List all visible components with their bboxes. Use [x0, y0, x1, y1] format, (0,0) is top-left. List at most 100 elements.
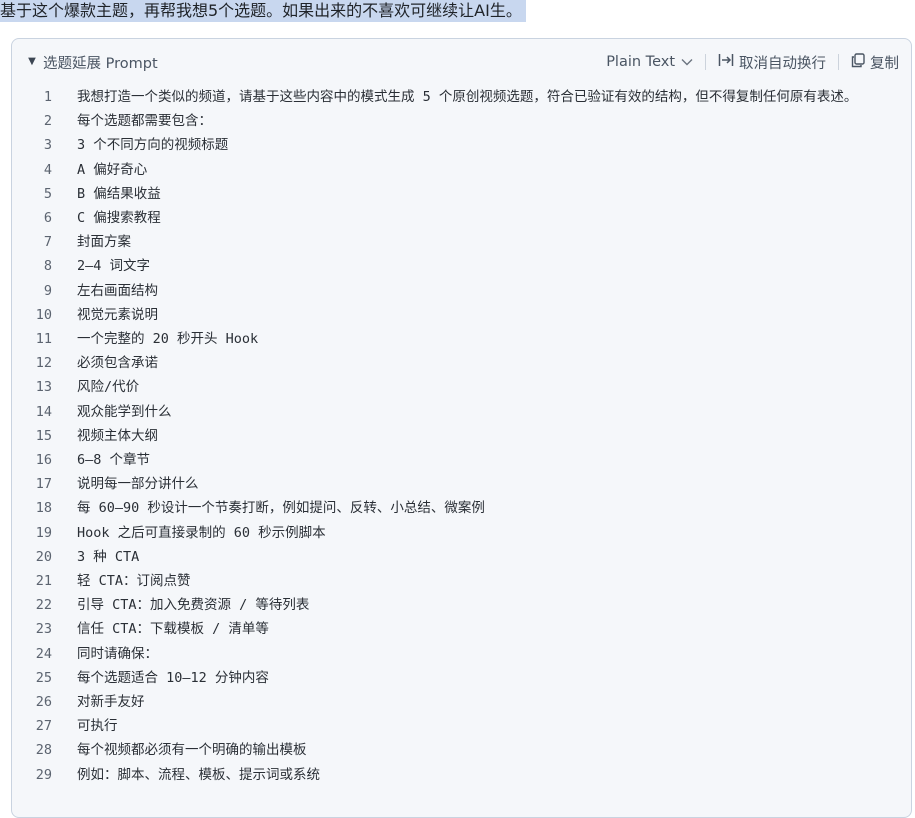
code-line: 2 每个选题都需要包含： — [12, 109, 911, 133]
line-number: 6 — [43, 210, 52, 227]
line-number: 13 — [35, 379, 52, 396]
selected-prompt-text: 基于这个爆款主题，再帮我想5个选题。如果出来的不喜欢可继续让AI生。 — [0, 0, 526, 22]
line-text: 例如：脚本、流程、模板、提示词或系统 — [77, 766, 320, 783]
line-number: 14 — [35, 403, 52, 420]
line-text: 每个选题都需要包含： — [77, 113, 212, 130]
code-block-actions: Plain Text 取消自动换行 复制 — [606, 50, 899, 74]
line-text: 必须包含承诺 — [77, 355, 158, 372]
line-number: 22 — [35, 597, 52, 614]
code-line: 9 左右画面结构 — [12, 279, 911, 303]
language-label: Plain Text — [606, 54, 675, 70]
line-text: Hook 之后可直接录制的 60 秒示例脚本 — [77, 524, 326, 541]
line-number: 24 — [35, 645, 52, 662]
line-text: 信任 CTA：下载模板 / 清单等 — [77, 621, 269, 638]
code-line: 26 对新手友好 — [12, 690, 911, 714]
line-number: 1 — [43, 89, 52, 105]
line-number: 16 — [35, 452, 52, 469]
code-line: 6 C 偏搜索教程 — [12, 206, 911, 230]
line-number: 25 — [35, 669, 52, 686]
code-line: 25 每个选题适合 10–12 分钟内容 — [12, 666, 911, 690]
line-number: 19 — [35, 524, 52, 541]
line-text: 可执行 — [77, 718, 118, 735]
line-number: 4 — [43, 161, 52, 178]
code-line: 8 2–4 词文字 — [12, 254, 911, 278]
code-line: 19 Hook 之后可直接录制的 60 秒示例脚本 — [12, 521, 911, 545]
line-number: 17 — [35, 476, 52, 493]
code-line: 22 引导 CTA：加入免费资源 / 等待列表 — [12, 593, 911, 617]
line-number: 2 — [43, 113, 52, 130]
copy-button[interactable]: 复制 — [851, 52, 899, 73]
line-number: 20 — [35, 548, 52, 565]
copy-label: 复制 — [870, 55, 899, 72]
line-number: 23 — [35, 621, 52, 638]
line-text: 封面方案 — [77, 234, 131, 251]
line-text: 对新手友好 — [77, 694, 145, 711]
code-block-title: 选题延展 Prompt — [43, 56, 158, 72]
code-line: 13 风险/代价 — [12, 375, 911, 399]
code-line: 21 轻 CTA：订阅点赞 — [12, 569, 911, 593]
code-block-header: ▼ 选题延展 Prompt Plain Text 取消自动换行 复制 — [12, 39, 911, 85]
wrap-toggle-label: 取消自动换行 — [739, 55, 826, 72]
wrap-toggle-icon — [718, 53, 734, 71]
line-number: 8 — [43, 258, 52, 275]
code-line: 15 视频主体大纲 — [12, 424, 911, 448]
code-line: 16 6–8 个章节 — [12, 448, 911, 472]
line-number: 7 — [43, 234, 52, 251]
line-number: 29 — [35, 766, 52, 783]
code-block: ▼ 选题延展 Prompt Plain Text 取消自动换行 复制 1 我想打… — [11, 38, 912, 818]
language-dropdown[interactable]: Plain Text — [606, 54, 693, 70]
line-number: 28 — [35, 742, 52, 759]
line-number: 15 — [35, 427, 52, 444]
code-line: 18 每 60–90 秒设计一个节奏打断，例如提问、反转、小总结、微案例 — [12, 496, 911, 520]
code-line: 7 封面方案 — [12, 230, 911, 254]
divider — [705, 54, 706, 70]
code-line: 20 3 种 CTA — [12, 545, 911, 569]
line-text: 轻 CTA：订阅点赞 — [77, 573, 191, 590]
line-text: 我想打造一个类似的频道，请基于这些内容中的模式生成 5 个原创视频选题，符合已验… — [77, 89, 858, 105]
line-text: 一个完整的 20 秒开头 Hook — [77, 331, 259, 348]
code-line: 29 例如：脚本、流程、模板、提示词或系统 — [12, 763, 911, 787]
line-text: 同时请确保： — [77, 645, 158, 662]
line-text: 风险/代价 — [77, 379, 140, 396]
line-number: 3 — [43, 137, 52, 154]
line-text: 引导 CTA：加入免费资源 / 等待列表 — [77, 597, 310, 614]
code-line: 10 视觉元素说明 — [12, 303, 911, 327]
copy-icon — [851, 52, 865, 72]
code-line: 4 A 偏好奇心 — [12, 158, 911, 182]
code-line: 11 一个完整的 20 秒开头 Hook — [12, 327, 911, 351]
line-text: A 偏好奇心 — [77, 161, 148, 178]
line-text: 左右画面结构 — [77, 282, 158, 299]
line-text: 每个选题适合 10–12 分钟内容 — [77, 669, 269, 686]
line-number: 10 — [35, 306, 52, 323]
code-line: 12 必须包含承诺 — [12, 351, 911, 375]
line-number: 9 — [43, 282, 52, 299]
triangle-down-icon[interactable]: ▼ — [24, 53, 40, 69]
wrap-toggle-button[interactable]: 取消自动换行 — [718, 52, 826, 73]
code-line: 27 可执行 — [12, 714, 911, 738]
divider — [838, 54, 839, 70]
line-text: B 偏结果收益 — [77, 185, 161, 202]
line-text: 观众能学到什么 — [77, 403, 172, 420]
line-text: 视觉元素说明 — [77, 306, 158, 323]
line-text: 说明每一部分讲什么 — [77, 476, 199, 493]
line-text: 2–4 词文字 — [77, 258, 151, 275]
code-content[interactable]: 1 我想打造一个类似的频道，请基于这些内容中的模式生成 5 个原创视频选题，符合已… — [12, 85, 911, 787]
chevron-down-icon — [681, 54, 693, 70]
code-line: 28 每个视频都必须有一个明确的输出模板 — [12, 738, 911, 762]
code-line: 17 说明每一部分讲什么 — [12, 472, 911, 496]
line-text: C 偏搜索教程 — [77, 210, 161, 227]
code-line: 23 信任 CTA：下载模板 / 清单等 — [12, 617, 911, 641]
line-number: 18 — [35, 500, 52, 517]
code-line: 14 观众能学到什么 — [12, 400, 911, 424]
line-number: 21 — [35, 573, 52, 590]
line-text: 每 60–90 秒设计一个节奏打断，例如提问、反转、小总结、微案例 — [77, 500, 485, 517]
line-number: 27 — [35, 718, 52, 735]
code-line: 24 同时请确保： — [12, 642, 911, 666]
code-line: 1 我想打造一个类似的频道，请基于这些内容中的模式生成 5 个原创视频选题，符合已… — [12, 85, 911, 109]
line-number: 5 — [43, 185, 52, 202]
line-text: 每个视频都必须有一个明确的输出模板 — [77, 742, 307, 759]
line-text: 6–8 个章节 — [77, 452, 151, 469]
line-number: 12 — [35, 355, 52, 372]
line-text: 视频主体大纲 — [77, 427, 158, 444]
code-line: 5 B 偏结果收益 — [12, 182, 911, 206]
